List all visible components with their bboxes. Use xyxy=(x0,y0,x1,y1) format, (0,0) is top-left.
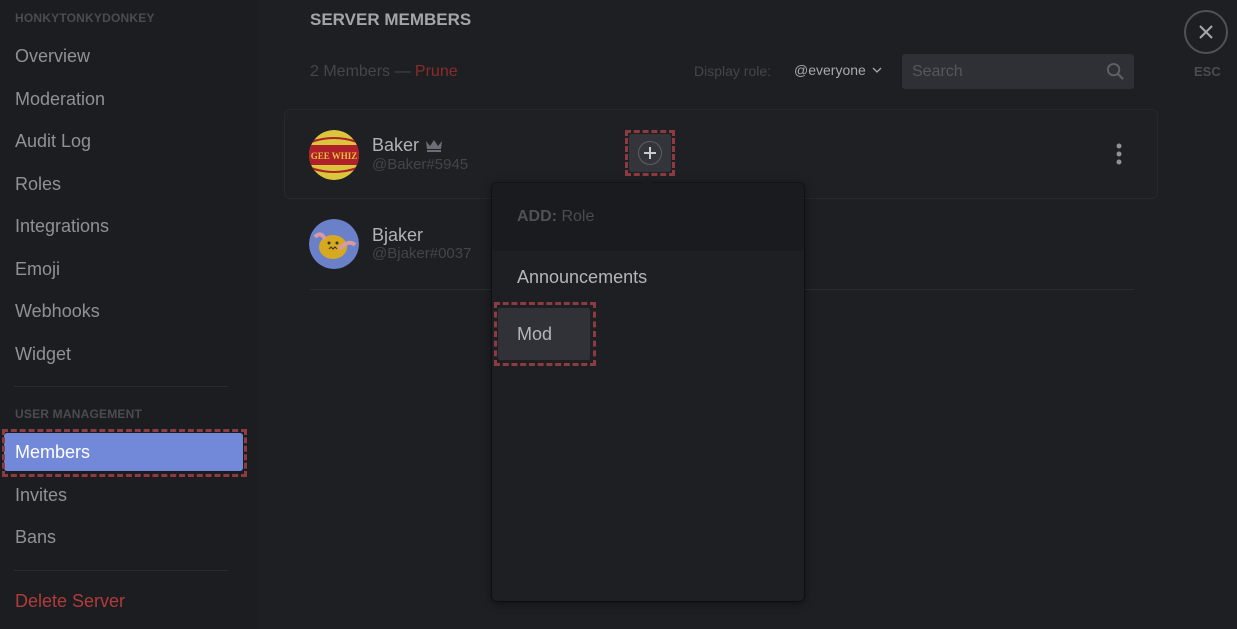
display-role-dropdown[interactable]: @everyone xyxy=(794,62,882,78)
member-name: Bjaker xyxy=(372,225,424,245)
owner-crown-icon xyxy=(426,140,442,152)
avatar-image-gee-whiz: GEE WHIZ xyxy=(309,130,359,180)
sidebar-item-roles[interactable]: Roles xyxy=(4,165,243,203)
sidebar-item-integrations[interactable]: Integrations xyxy=(4,207,243,245)
member-tag: @Baker#5945 xyxy=(372,156,469,173)
sidebar-item-bans[interactable]: Bans xyxy=(4,518,243,556)
member-tag: @Bjaker#0037 xyxy=(372,245,472,262)
server-name-header: HONKYTONKYDONKEY xyxy=(15,11,155,25)
member-search[interactable] xyxy=(902,54,1134,89)
sidebar-item-invites[interactable]: Invites xyxy=(4,476,243,514)
sidebar-item-audit-log[interactable]: Audit Log xyxy=(4,122,243,160)
delete-server-button[interactable]: Delete Server xyxy=(4,582,243,620)
member-count-text: 2 Members — xyxy=(310,63,415,80)
member-count: 2 Members — Prune xyxy=(310,63,458,81)
avatar-text: GEE WHIZ xyxy=(311,151,358,161)
sidebar-item-overview[interactable]: Overview xyxy=(4,37,243,75)
more-options-icon[interactable] xyxy=(1113,142,1125,166)
avatar[interactable]: GEE WHIZ xyxy=(309,130,359,180)
avatar-image-bjaker xyxy=(309,219,359,269)
role-option-announcements[interactable]: Announcements xyxy=(492,267,647,288)
add-prefix: ADD: xyxy=(517,208,557,225)
role-placeholder: Role xyxy=(561,208,595,225)
display-role-label: Display role: xyxy=(694,63,772,79)
display-role-value: @everyone xyxy=(794,62,866,78)
sidebar-divider xyxy=(14,570,228,571)
section-header-user-management: USER MANAGEMENT xyxy=(15,407,143,421)
popout-arrow xyxy=(641,177,653,183)
prune-link[interactable]: Prune xyxy=(415,63,458,80)
add-role-button[interactable] xyxy=(629,134,671,172)
plus-circle-icon xyxy=(638,141,662,165)
search-icon xyxy=(1106,62,1124,80)
settings-sidebar: HONKYTONKYDONKEY Overview Moderation Aud… xyxy=(0,0,258,629)
esc-label: ESC xyxy=(1194,64,1221,79)
sidebar-item-webhooks[interactable]: Webhooks xyxy=(4,292,243,330)
sidebar-item-moderation[interactable]: Moderation xyxy=(4,80,243,118)
member-name: Baker xyxy=(372,135,420,155)
sidebar-item-widget[interactable]: Widget xyxy=(4,335,243,373)
avatar[interactable] xyxy=(309,219,359,269)
sidebar-item-members[interactable]: Members xyxy=(4,433,243,471)
sidebar-item-emoji[interactable]: Emoji xyxy=(4,250,243,288)
chevron-down-icon xyxy=(872,67,882,73)
role-search-input[interactable]: ADD: Role xyxy=(492,183,804,251)
close-button[interactable] xyxy=(1184,10,1228,54)
page-title: SERVER MEMBERS xyxy=(310,10,472,29)
search-input[interactable] xyxy=(902,54,1092,89)
add-role-popout: ADD: Role Announcements Mod xyxy=(492,177,804,601)
close-icon xyxy=(1199,25,1213,39)
sidebar-divider xyxy=(14,386,228,387)
role-option-mod[interactable]: Mod xyxy=(498,308,590,360)
